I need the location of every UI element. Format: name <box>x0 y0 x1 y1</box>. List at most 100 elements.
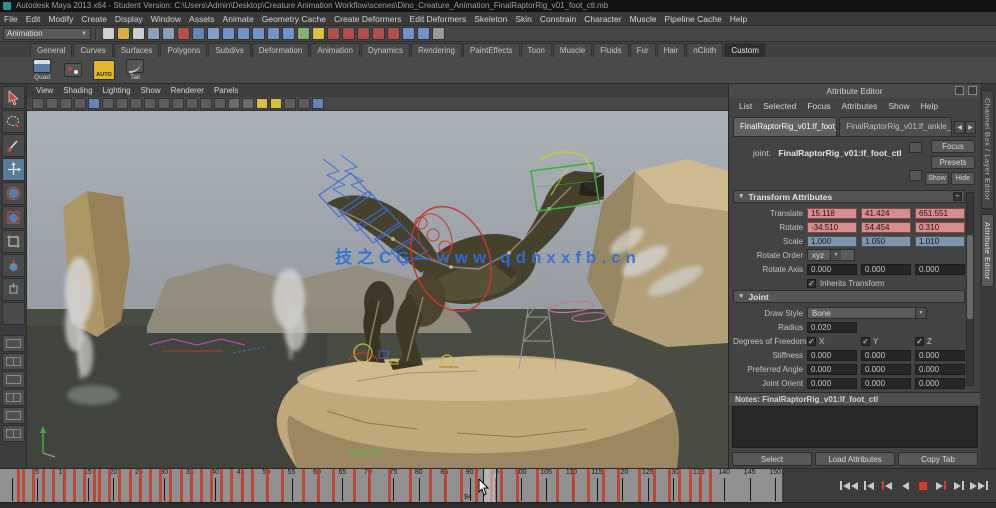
use-all-lights-icon[interactable] <box>270 98 282 109</box>
scale-tool-button[interactable] <box>2 206 25 229</box>
transform-attributes-header[interactable]: ▼ Transform Attributes – <box>733 190 965 203</box>
shelf-tab[interactable]: Muscle <box>553 43 592 57</box>
paint-select-tool-button[interactable] <box>2 134 25 157</box>
show-button[interactable]: Show <box>925 172 949 185</box>
menu-item[interactable]: Create Deformers <box>330 12 406 26</box>
dof-y-checkbox[interactable]: ✓ <box>861 337 870 346</box>
shelf-tab[interactable]: Rendering <box>411 43 462 57</box>
step-forward-frame-button[interactable] <box>934 478 948 493</box>
hypershade-layout-button[interactable] <box>2 407 25 424</box>
menu-item[interactable]: Edit <box>22 12 45 26</box>
collapse-section-icon[interactable]: – <box>953 192 962 201</box>
shelf-tab[interactable]: Fur <box>630 43 656 57</box>
shelf-tab[interactable]: Deformation <box>252 43 310 57</box>
shelf-tab[interactable]: Hair <box>657 43 686 57</box>
rotate-axis-y-field[interactable]: 0.000 <box>861 264 911 275</box>
snap-magnet-1-icon[interactable] <box>327 27 340 40</box>
menu-item[interactable]: Skin <box>511 12 536 26</box>
shelf-tab[interactable]: Fluids <box>593 43 628 57</box>
play-backwards-button[interactable] <box>898 478 912 493</box>
shelf-item-tail[interactable]: Tail <box>123 59 147 81</box>
resolution-gate-icon[interactable] <box>158 98 170 109</box>
scale-y-field[interactable]: 1.050 <box>861 236 911 247</box>
select-button[interactable]: Select <box>732 452 812 466</box>
time-slider[interactable]: 5101520253035404550556065707580859095100… <box>0 468 782 502</box>
snap-to-point-icon[interactable] <box>252 27 265 40</box>
preferred-angle-x-field[interactable]: 0.000 <box>807 364 857 375</box>
stiffness-y-field[interactable]: 0.000 <box>861 350 911 361</box>
ae-menu-item[interactable]: Help <box>916 101 943 111</box>
camera-attributes-icon[interactable] <box>60 98 72 109</box>
open-render-view-icon[interactable] <box>402 27 415 40</box>
field-chart-icon[interactable] <box>186 98 198 109</box>
gate-mask-icon[interactable] <box>172 98 184 109</box>
translate-x-field[interactable]: 15.118 <box>807 208 857 219</box>
shelf-tab[interactable]: Animation <box>310 43 360 57</box>
menu-item[interactable]: Animate <box>219 12 258 26</box>
snap-to-plane-icon[interactable] <box>267 27 280 40</box>
scale-z-field[interactable]: 1.010 <box>915 236 965 247</box>
shelf-tab[interactable]: Dynamics <box>361 43 410 57</box>
2d-pan-zoom-icon[interactable] <box>102 98 114 109</box>
xray-icon[interactable] <box>298 98 310 109</box>
stop-button[interactable] <box>916 478 930 493</box>
panel-menu-item[interactable]: Lighting <box>99 86 135 95</box>
translate-y-field[interactable]: 41.424 <box>861 208 911 219</box>
joint-orient-y-field[interactable]: 0.000 <box>861 378 911 389</box>
joint-section-header[interactable]: ▼ Joint <box>733 290 965 303</box>
ae-menu-item[interactable]: Selected <box>758 101 801 111</box>
panel-menu-item[interactable]: Panels <box>210 86 242 95</box>
notes-collapse-icon[interactable] <box>909 170 922 181</box>
persp-panel-layout-button[interactable] <box>2 425 25 442</box>
stiffness-x-field[interactable]: 0.000 <box>807 350 857 361</box>
save-scene-icon[interactable] <box>132 27 145 40</box>
make-live-icon[interactable] <box>297 27 310 40</box>
ae-tab-foot-ctl[interactable]: FinalRaptorRig_v01:lf_foot_ctl <box>733 117 837 136</box>
channel-box-tab[interactable]: Channel Box / Layer Editor <box>981 90 994 209</box>
film-gate-icon[interactable] <box>144 98 156 109</box>
select-mask-component-icon[interactable] <box>207 27 220 40</box>
render-current-frame-icon[interactable] <box>417 27 430 40</box>
safe-action-icon[interactable] <box>200 98 212 109</box>
snap-magnet-5-icon[interactable] <box>387 27 400 40</box>
rotate-y-field[interactable]: 54.454 <box>861 222 911 233</box>
notes-header[interactable]: Notes: FinalRaptorRig_v01:lf_foot_ctl <box>729 392 981 405</box>
menu-item[interactable]: Constrain <box>536 12 580 26</box>
tab-scroll-right-icon[interactable]: ▶ <box>965 121 976 134</box>
snap-magnet-2-icon[interactable] <box>342 27 355 40</box>
preferred-angle-y-field[interactable]: 0.000 <box>861 364 911 375</box>
textured-icon[interactable] <box>256 98 268 109</box>
select-camera-icon[interactable] <box>32 98 44 109</box>
select-tool-button[interactable] <box>2 86 25 109</box>
grease-pencil-icon[interactable] <box>116 98 128 109</box>
menu-set-dropdown[interactable]: Animation ▼ <box>3 28 91 40</box>
joint-orient-x-field[interactable]: 0.000 <box>807 378 857 389</box>
last-tool-slot-button[interactable] <box>2 302 25 325</box>
undo-icon[interactable] <box>147 27 160 40</box>
panel-menu-item[interactable]: Show <box>137 86 165 95</box>
ae-menu-item[interactable]: List <box>734 101 757 111</box>
show-manipulator-tool-button[interactable] <box>2 278 25 301</box>
menu-item[interactable]: Pipeline Cache <box>661 12 726 26</box>
menu-item[interactable]: Edit Deformers <box>406 12 471 26</box>
scale-x-field[interactable]: 1.000 <box>807 236 857 247</box>
rotate-x-field[interactable]: -34.510 <box>807 222 857 233</box>
image-plane-icon[interactable] <box>88 98 100 109</box>
shelf-tab[interactable]: nCloth <box>686 43 723 57</box>
ae-menu-item[interactable]: Focus <box>802 101 835 111</box>
close-panel-icon[interactable] <box>968 86 977 95</box>
menu-item[interactable]: Assets <box>185 12 219 26</box>
go-to-end-button[interactable] <box>970 478 988 493</box>
notes-expand-icon[interactable] <box>909 142 922 153</box>
copy-tab-button[interactable]: Copy Tab <box>898 452 978 466</box>
menu-item[interactable]: Display <box>111 12 147 26</box>
joint-orient-z-field[interactable]: 0.000 <box>915 378 965 389</box>
hide-button[interactable]: Hide <box>951 172 975 185</box>
notes-textarea[interactable] <box>732 406 978 448</box>
scrollbar-thumb[interactable] <box>967 235 973 319</box>
node-name-field[interactable]: FinalRaptorRig_v01:lf_foot_ctl <box>778 148 901 158</box>
shelf-tab[interactable]: Custom <box>724 43 766 57</box>
menu-item[interactable]: Window <box>147 12 185 26</box>
bookmark-icon[interactable] <box>74 98 86 109</box>
smooth-shade-icon[interactable] <box>242 98 254 109</box>
